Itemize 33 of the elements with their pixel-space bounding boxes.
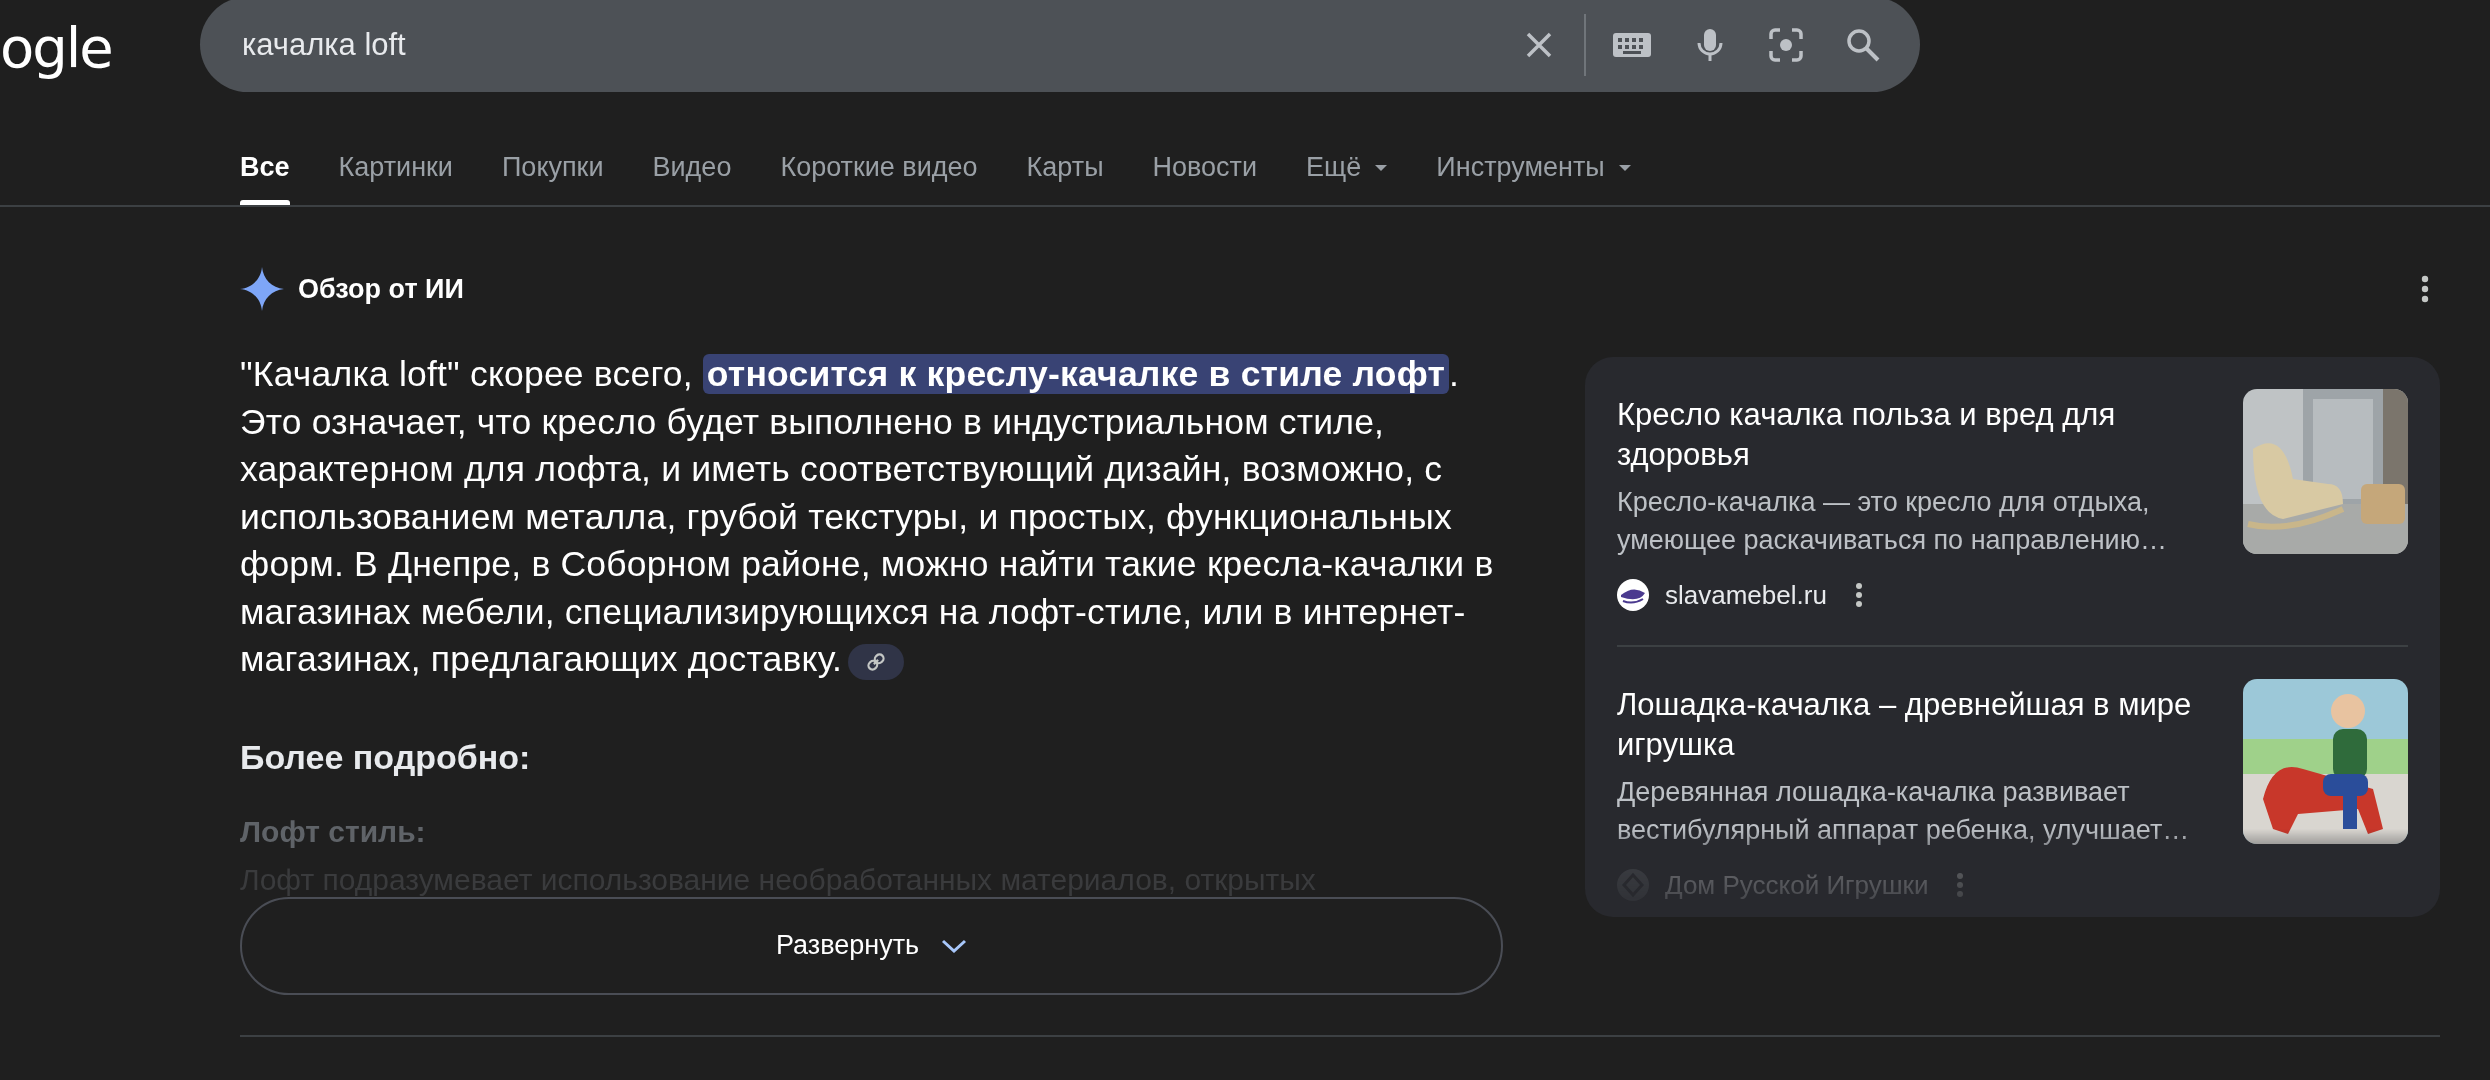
overview-title: Обзор от ИИ <box>298 273 464 305</box>
site-favicon-icon <box>1617 579 1649 611</box>
search-field[interactable]: качалка loft <box>200 0 1920 92</box>
tab[interactable]: Картинки <box>338 130 453 205</box>
link-button[interactable] <box>848 643 905 680</box>
search-query: качалка loft <box>242 26 407 63</box>
search-icon[interactable] <box>1846 27 1880 62</box>
chevron-down-icon <box>941 938 968 953</box>
dropdown-icon <box>1618 164 1631 171</box>
sparkle-icon <box>240 267 284 311</box>
source-snippet: Деревянная лошадка-качалка развивает вестибулярный аппарат ребенка, улучшает… <box>1617 776 2191 847</box>
source-title[interactable]: Лошадка-качалка – древнейшая в мире игрушка <box>1617 685 2221 765</box>
overview-paragraph: "Качалка loft" скорее всего, относится к креслу-качалке в стиле лофт. Это означает, что кресло будет выполнено в индустриальном стиле, характерном для лофта, и иметь соответствующий дизайн, возможно, с использованием металла, грубой текстуры, и простых, функциональных форм. В Днепре, в Соборном районе, можно найти такие кресла-качалки в магазинах мебели, специализирующихся на лофт-стиле, или в интернет-магазинах, предлагающих доставку. <box>240 353 1495 682</box>
more-options-icon[interactable] <box>2421 275 2429 303</box>
subsection-heading: Лофт стиль: <box>240 814 427 849</box>
link-icon <box>866 651 887 672</box>
tab[interactable]: Видео <box>652 130 732 205</box>
tab[interactable]: Карты <box>1026 130 1104 205</box>
dropdown-icon <box>1375 164 1388 171</box>
section-heading: Более подробно: <box>240 737 532 777</box>
source-snippet: Кресло-качалка — это кресло для отдыха, умеющее раскачиваться по направлению… <box>1617 486 2168 557</box>
tab[interactable]: Короткие видео <box>780 130 978 205</box>
tools-button[interactable]: Инструменты <box>1436 130 1631 205</box>
tab[interactable]: Покупки <box>501 130 604 205</box>
source-site[interactable]: slavamebel.ru <box>1665 579 1827 611</box>
logo[interactable]: ogle <box>0 15 200 80</box>
camera-search-icon[interactable] <box>1768 26 1804 63</box>
more-options-icon[interactable] <box>1854 582 1863 608</box>
tab[interactable]: Ещё <box>1306 130 1388 205</box>
source-title[interactable]: Кресло качалка польза и вред для здоровья <box>1617 395 2221 475</box>
tab[interactable]: Все <box>240 130 290 205</box>
expand-button[interactable]: Развернуть <box>240 896 1503 995</box>
tab[interactable]: Новости <box>1152 130 1258 205</box>
